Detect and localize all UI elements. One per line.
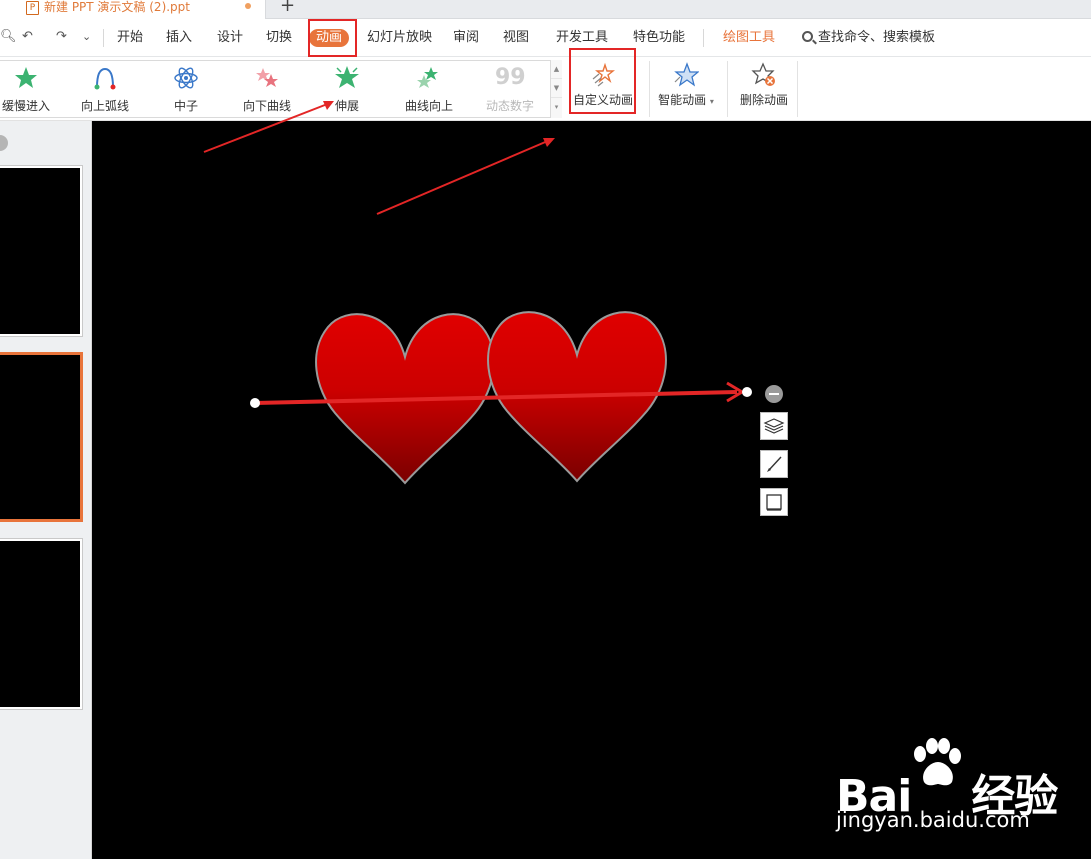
annotation-arrows: [203, 101, 555, 215]
baidu-watermark: Bai 经验 jingyan.baidu.com: [836, 738, 1076, 838]
watermark-url: jingyan.baidu.com: [836, 808, 1030, 832]
annotation-arrow: [203, 101, 334, 153]
annotation-arrow: [376, 138, 555, 215]
